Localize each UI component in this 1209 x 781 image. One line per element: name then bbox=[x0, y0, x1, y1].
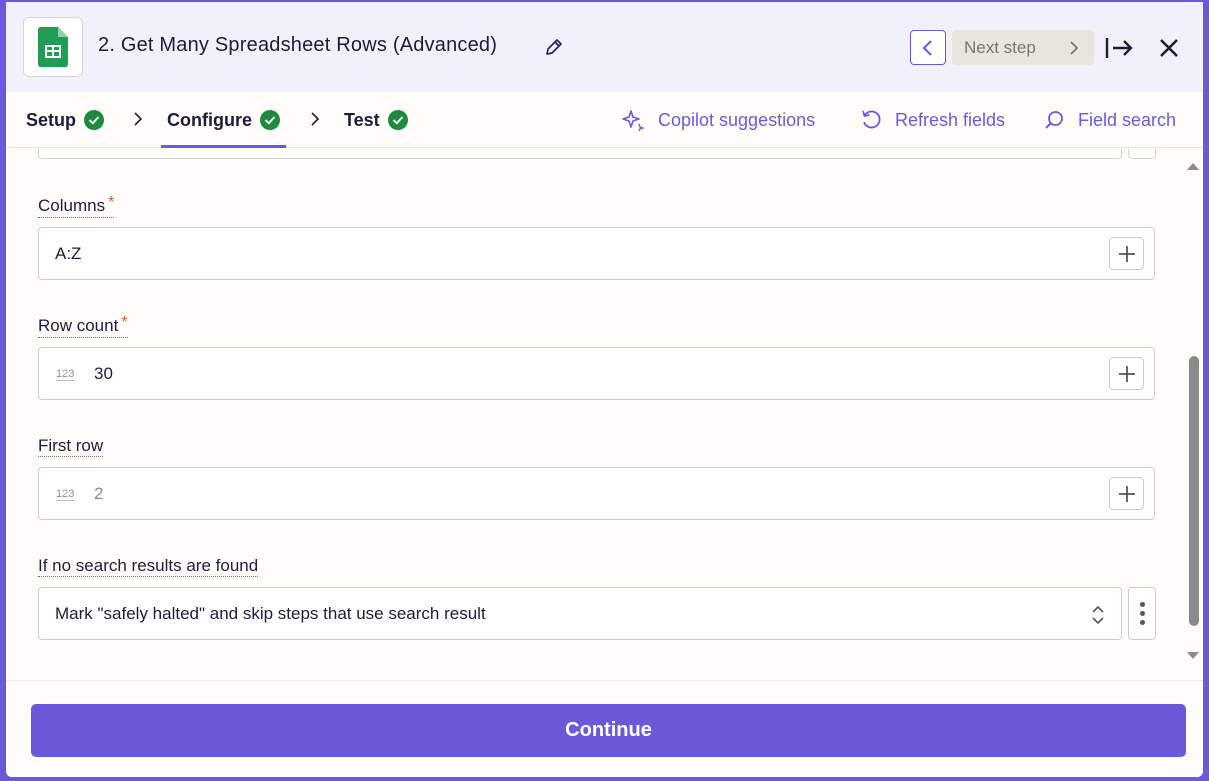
scroll-up-arrow-icon[interactable] bbox=[1187, 162, 1199, 170]
next-step-label: Next step bbox=[964, 37, 1036, 57]
first-row-field[interactable]: 123 2 bbox=[38, 467, 1155, 520]
dock-panel-icon[interactable] bbox=[1104, 35, 1134, 66]
row-count-label-text: Row count bbox=[38, 316, 119, 335]
previous-step-button[interactable] bbox=[910, 30, 946, 65]
required-asterisk: * bbox=[121, 314, 128, 331]
chevron-up-down-icon bbox=[1092, 605, 1104, 625]
tab-setup[interactable]: Setup bbox=[26, 92, 105, 148]
no-results-label-text: If no search results are found bbox=[38, 556, 259, 575]
columns-label-text: Columns bbox=[38, 196, 106, 215]
number-type-icon: 123 bbox=[56, 368, 75, 381]
chevron-right-icon bbox=[311, 112, 320, 126]
close-icon[interactable] bbox=[1158, 37, 1180, 64]
vertical-scrollbar[interactable] bbox=[1186, 158, 1200, 668]
number-type-icon: 123 bbox=[56, 488, 75, 501]
previous-field-input[interactable] bbox=[38, 149, 1122, 159]
no-results-select[interactable]: Mark "safely halted" and skip steps that… bbox=[38, 587, 1122, 640]
required-asterisk: * bbox=[108, 194, 115, 211]
form-content: Columns * A:Z Row count * 123 30 First row… bbox=[6, 149, 1182, 680]
dot bbox=[1139, 602, 1145, 607]
app-icon-box bbox=[23, 17, 83, 77]
row-count-label: Row count * bbox=[38, 314, 128, 338]
first-row-label: First row bbox=[38, 436, 104, 457]
tab-test[interactable]: Test bbox=[344, 92, 408, 148]
plus-icon bbox=[1118, 365, 1135, 382]
first-row-label-text: First row bbox=[38, 436, 104, 455]
columns-label: Columns * bbox=[38, 194, 115, 218]
dot bbox=[1139, 611, 1145, 616]
footer: Continue bbox=[6, 680, 1203, 777]
chevron-left-icon bbox=[922, 39, 932, 56]
row-count-field[interactable]: 123 30 bbox=[38, 347, 1155, 400]
scrollbar-thumb[interactable] bbox=[1189, 356, 1199, 626]
insert-data-button[interactable] bbox=[1109, 477, 1144, 510]
refresh-label: Refresh fields bbox=[895, 109, 1006, 130]
field-options-button[interactable] bbox=[1128, 587, 1156, 640]
plus-icon bbox=[1118, 245, 1135, 262]
no-results-value: Mark "safely halted" and skip steps that… bbox=[55, 604, 486, 623]
search-icon bbox=[1045, 111, 1063, 129]
columns-value: A:Z bbox=[55, 244, 82, 263]
dot bbox=[1139, 620, 1145, 625]
next-step-button[interactable]: Next step bbox=[952, 30, 1094, 65]
check-circle-icon bbox=[260, 110, 280, 130]
tab-setup-label: Setup bbox=[26, 109, 77, 130]
chevron-right-icon bbox=[1070, 41, 1079, 55]
tab-test-label: Test bbox=[344, 109, 380, 130]
continue-button[interactable]: Continue bbox=[31, 704, 1186, 757]
tab-configure[interactable]: Configure bbox=[161, 92, 286, 148]
check-circle-icon bbox=[84, 110, 105, 130]
insert-data-button[interactable] bbox=[1109, 237, 1144, 270]
chevron-right-icon bbox=[134, 112, 143, 126]
columns-field[interactable]: A:Z bbox=[38, 227, 1155, 280]
step-title: 2. Get Many Spreadsheet Rows (Advanced) bbox=[98, 34, 498, 56]
no-results-label: If no search results are found bbox=[38, 556, 259, 577]
refresh-fields-button[interactable]: Refresh fields bbox=[861, 92, 1005, 148]
first-row-placeholder: 2 bbox=[94, 484, 104, 503]
field-search-label: Field search bbox=[1078, 109, 1177, 130]
tab-configure-label: Configure bbox=[167, 109, 252, 130]
plus-icon bbox=[1118, 485, 1135, 502]
scroll-down-arrow-icon[interactable] bbox=[1187, 652, 1199, 660]
previous-field-button[interactable] bbox=[1128, 149, 1156, 159]
step-tabs: Setup Configure Test Copilot suggestions… bbox=[6, 92, 1203, 148]
step-editor-panel: 2. Get Many Spreadsheet Rows (Advanced) … bbox=[6, 0, 1203, 777]
step-header: 2. Get Many Spreadsheet Rows (Advanced) … bbox=[6, 0, 1203, 92]
field-search-button[interactable]: Field search bbox=[1044, 92, 1176, 148]
refresh-icon bbox=[862, 110, 881, 129]
google-sheets-icon bbox=[38, 27, 68, 67]
row-count-value: 30 bbox=[94, 364, 113, 383]
copilot-suggestions-button[interactable]: Copilot suggestions bbox=[622, 92, 815, 148]
copilot-label: Copilot suggestions bbox=[658, 109, 816, 130]
check-circle-icon bbox=[387, 110, 408, 130]
insert-data-button[interactable] bbox=[1109, 357, 1144, 390]
edit-pencil-icon[interactable] bbox=[544, 37, 564, 62]
sparkle-icon bbox=[622, 110, 644, 131]
